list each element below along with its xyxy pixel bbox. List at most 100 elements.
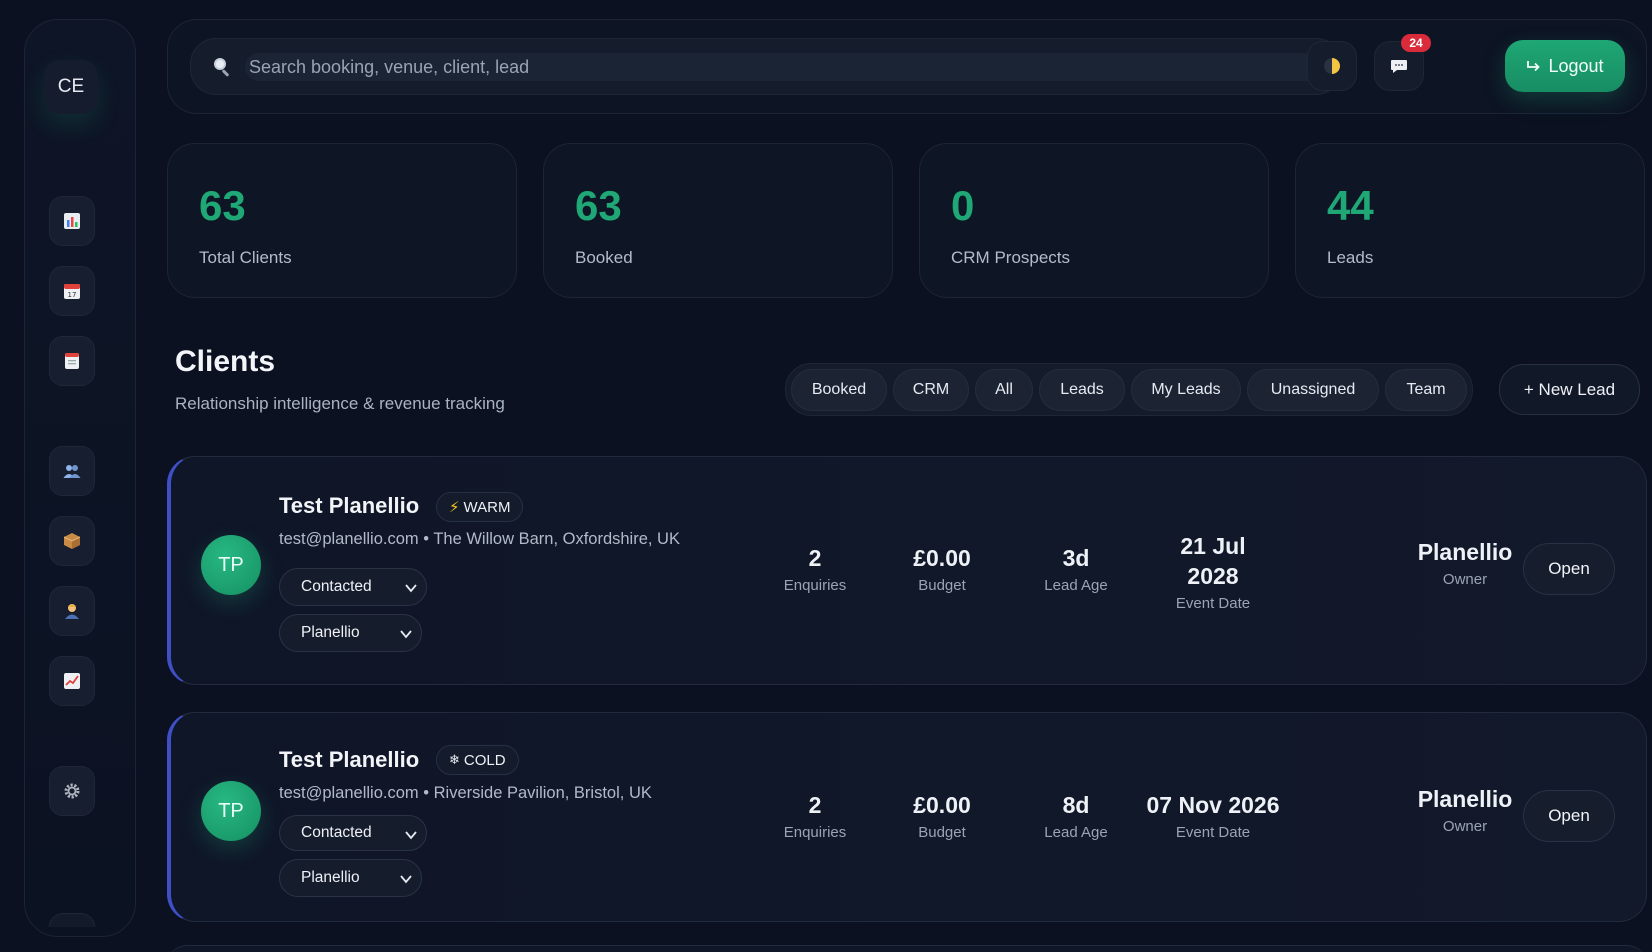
status-select[interactable]: Contacted bbox=[279, 568, 427, 606]
chevron-down-icon bbox=[400, 875, 412, 884]
chevron-down-icon bbox=[405, 831, 417, 840]
sidebar-item-staff[interactable] bbox=[49, 586, 95, 636]
half-moon-icon bbox=[1324, 58, 1340, 74]
metric-event-date: 21 Jul 2028 Event Date bbox=[1143, 531, 1283, 612]
client-email[interactable]: test@planellio.com bbox=[279, 784, 419, 802]
metric-label: Enquiries bbox=[783, 577, 847, 594]
client-email[interactable]: test@planellio.com bbox=[279, 530, 419, 548]
metric-label: Lead Age bbox=[1044, 577, 1108, 594]
assignee-value: Planellio bbox=[301, 869, 360, 886]
metric-label: Event Date bbox=[1175, 824, 1251, 841]
chat-bubble-icon bbox=[1391, 60, 1407, 73]
filter-tab-all[interactable]: All bbox=[975, 369, 1033, 411]
temperature-badge: ⚡ WARM bbox=[436, 492, 524, 522]
open-client-button[interactable]: Open bbox=[1523, 543, 1615, 595]
status-select[interactable]: Contacted bbox=[279, 815, 427, 851]
client-card: TP Test Planellio ❄ COLD test@planellio.… bbox=[167, 712, 1647, 922]
metric-value: Planellio bbox=[1417, 786, 1513, 812]
logout-label: Logout bbox=[1548, 55, 1604, 76]
logout-button[interactable]: Logout bbox=[1505, 40, 1625, 92]
open-client-button[interactable]: Open bbox=[1523, 790, 1615, 842]
metric-label: Event Date bbox=[1175, 595, 1251, 612]
stat-label: Booked bbox=[575, 248, 633, 267]
metric-event-date: 07 Nov 2026 Event Date bbox=[1123, 790, 1303, 841]
client-name[interactable]: Test Planellio bbox=[279, 747, 419, 773]
filter-tab-booked[interactable]: Booked bbox=[791, 369, 887, 411]
sidebar-item-packages[interactable] bbox=[49, 516, 95, 566]
filter-tab-leads[interactable]: Leads bbox=[1039, 369, 1125, 411]
temperature-label: COLD bbox=[463, 751, 506, 769]
filter-tab-unassigned[interactable]: Unassigned bbox=[1247, 369, 1379, 411]
meta-separator: • bbox=[423, 784, 430, 802]
sidebar-item-partial[interactable] bbox=[49, 913, 95, 927]
person-icon bbox=[65, 604, 79, 619]
theme-toggle-button[interactable] bbox=[1307, 41, 1357, 91]
assignee-select[interactable]: Planellio bbox=[279, 859, 422, 897]
status-value: Contacted bbox=[301, 578, 372, 595]
sidebar-item-analytics[interactable] bbox=[49, 656, 95, 706]
metric-value: 07 Nov 2026 bbox=[1146, 792, 1280, 818]
metric-budget: £0.00 Budget bbox=[872, 790, 1012, 841]
client-card-partial bbox=[167, 945, 1647, 952]
messages-button[interactable]: 24 bbox=[1374, 34, 1431, 91]
people-icon bbox=[63, 465, 81, 478]
client-initials: TP bbox=[218, 553, 244, 576]
meta-separator: • bbox=[423, 530, 430, 548]
page-subtitle: Relationship intelligence & revenue trac… bbox=[175, 394, 505, 413]
metric-value: 21 Jul bbox=[1180, 533, 1246, 559]
client-avatar: TP bbox=[201, 781, 261, 841]
filter-tab-team[interactable]: Team bbox=[1385, 369, 1467, 411]
sidebar-item-calendar[interactable]: 17 bbox=[49, 266, 95, 316]
metric-label: Owner bbox=[1442, 571, 1488, 588]
stat-value: 63 bbox=[199, 182, 246, 229]
bar-chart-icon bbox=[64, 213, 80, 229]
notification-badge: 24 bbox=[1401, 34, 1431, 52]
notepad-icon bbox=[65, 353, 79, 369]
new-lead-button[interactable]: + New Lead bbox=[1499, 364, 1640, 415]
metric-label: Enquiries bbox=[783, 824, 847, 841]
package-icon bbox=[63, 533, 81, 549]
stat-value: 0 bbox=[951, 182, 975, 229]
client-venue: Riverside Pavilion, Bristol, UK bbox=[433, 784, 652, 802]
metric-label: Budget bbox=[918, 824, 966, 841]
sidebar-item-notes[interactable] bbox=[49, 336, 95, 386]
user-avatar[interactable]: CE bbox=[44, 60, 98, 114]
sidebar-item-settings[interactable] bbox=[49, 766, 95, 816]
lightning-icon: ⚡ bbox=[449, 499, 460, 516]
client-card: TP Test Planellio ⚡ WARM test@planellio.… bbox=[167, 456, 1647, 685]
top-bar: 24 Logout bbox=[167, 19, 1647, 114]
metric-value: 2028 bbox=[1187, 563, 1239, 589]
sidebar-item-clients[interactable] bbox=[49, 446, 95, 496]
sidebar-item-dashboard[interactable] bbox=[49, 196, 95, 246]
chevron-down-icon bbox=[400, 630, 412, 639]
metric-enquiries: 2 Enquiries bbox=[745, 790, 885, 841]
client-venue: The Willow Barn, Oxfordshire, UK bbox=[433, 530, 680, 548]
filter-tab-crm[interactable]: CRM bbox=[893, 369, 969, 411]
metric-value: 2 bbox=[808, 545, 822, 571]
temperature-badge: ❄ COLD bbox=[436, 745, 519, 775]
status-value: Contacted bbox=[301, 824, 372, 841]
metric-label: Owner bbox=[1442, 818, 1488, 835]
metric-lead-age: 3d Lead Age bbox=[1006, 543, 1146, 594]
metric-value: 3d bbox=[1062, 545, 1090, 571]
stat-card-total-clients: 63 Total Clients bbox=[167, 143, 517, 298]
stat-label: Total Clients bbox=[199, 248, 292, 267]
stat-card-leads: 44 Leads bbox=[1295, 143, 1645, 298]
client-initials: TP bbox=[218, 799, 244, 822]
filter-tab-my-leads[interactable]: My Leads bbox=[1131, 369, 1241, 411]
assignee-value: Planellio bbox=[301, 624, 360, 641]
search-box[interactable] bbox=[190, 38, 1342, 95]
logout-arrow-icon bbox=[1527, 61, 1541, 72]
trend-chart-icon bbox=[64, 673, 80, 689]
svg-text:17: 17 bbox=[68, 291, 77, 299]
temperature-label: WARM bbox=[463, 498, 511, 516]
search-input[interactable] bbox=[245, 53, 1323, 81]
assignee-select[interactable]: Planellio bbox=[279, 614, 422, 652]
client-name[interactable]: Test Planellio bbox=[279, 493, 419, 519]
stat-value: 44 bbox=[1327, 182, 1374, 229]
metric-enquiries: 2 Enquiries bbox=[745, 543, 885, 594]
metric-owner: Planellio Owner bbox=[1395, 784, 1535, 835]
stat-label: CRM Prospects bbox=[951, 248, 1071, 267]
gear-icon bbox=[64, 783, 80, 799]
snowflake-icon: ❄ bbox=[449, 752, 460, 767]
